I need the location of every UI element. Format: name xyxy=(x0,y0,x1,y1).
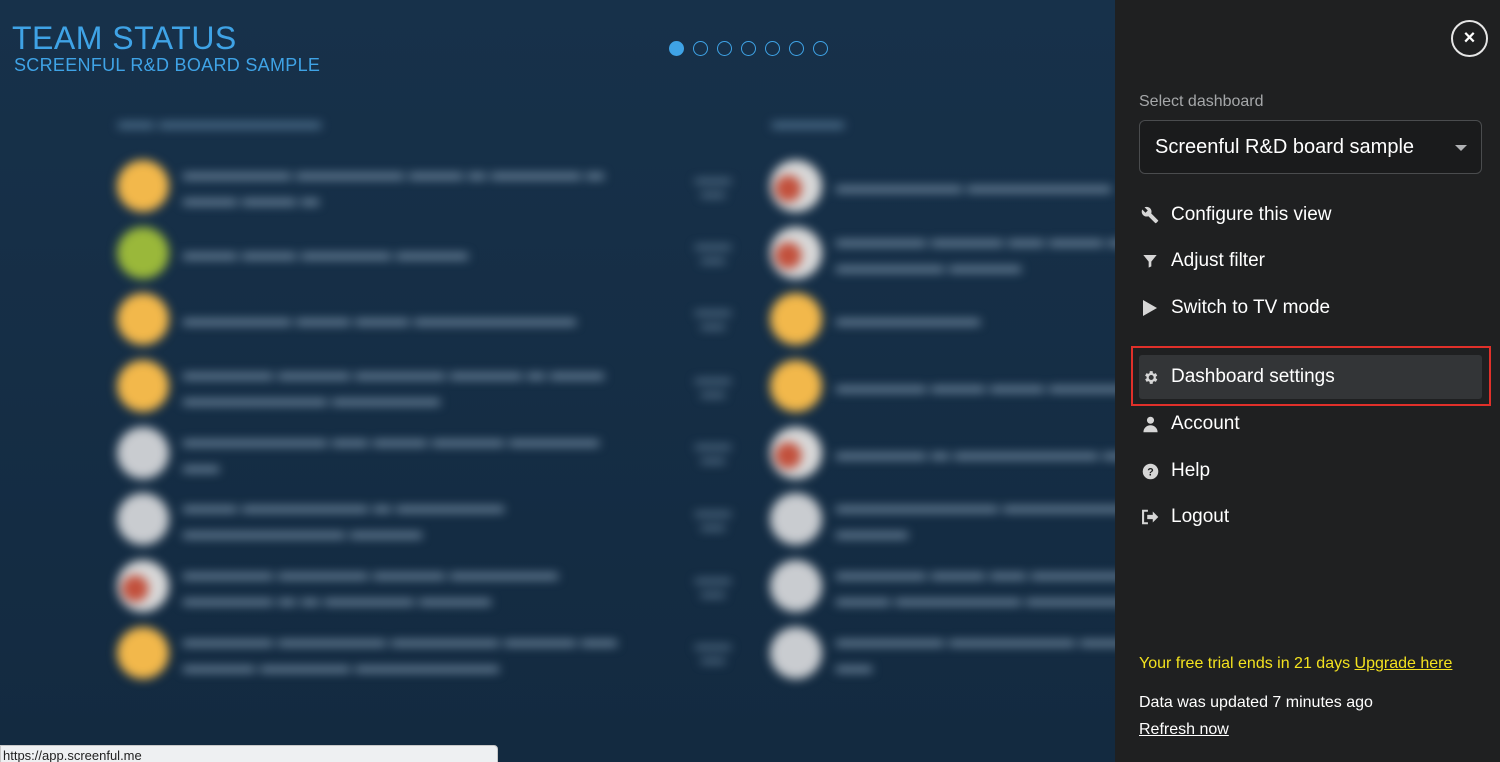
avatar xyxy=(117,493,169,545)
page-subtitle: SCREENFUL R&D BOARD SAMPLE xyxy=(14,55,321,75)
menu-item-adjust-filter[interactable]: Adjust filter xyxy=(1139,239,1482,283)
menu-item-help[interactable]: ? Help xyxy=(1139,449,1482,493)
carousel-dot[interactable] xyxy=(741,41,756,56)
dashboard-select[interactable]: Screenful R&D board sample xyxy=(1139,120,1482,174)
list-item: ▬▬▬▬▬▬▬ ▬▬▬▬▬▬▬▬ xyxy=(770,160,1115,212)
dashboard-select-value: Screenful R&D board sample xyxy=(1155,135,1415,158)
list-item: ▬▬▬▬▬ ▬▬▬ ▬▬▬ ▬▬▬▬▬▬ xyxy=(770,360,1115,412)
upgrade-link[interactable]: Upgrade here xyxy=(1355,655,1453,672)
carousel-dot[interactable] xyxy=(669,41,684,56)
trial-notice: Your free trial ends in 21 days Upgrade … xyxy=(1139,655,1452,673)
gear-icon xyxy=(1139,369,1161,386)
avatar xyxy=(770,227,822,279)
user-icon xyxy=(1139,416,1161,433)
carousel-dot[interactable] xyxy=(789,41,804,56)
menu-item-label: Adjust filter xyxy=(1171,250,1265,271)
list-item: ▬▬▬▬▬▬▬▬ xyxy=(770,293,1115,345)
carousel-dot[interactable] xyxy=(693,41,708,56)
help-icon: ? xyxy=(1139,463,1161,480)
avatar xyxy=(117,560,169,612)
list-item: ▬▬▬▬▬ ▬▬▬▬▬▬ ▬▬▬▬▬▬ ▬▬▬▬ ▬▬ ▬▬▬▬ ▬▬▬▬▬ ▬… xyxy=(117,627,623,679)
carousel-dot[interactable] xyxy=(765,41,780,56)
list-item: ▬▬▬▬▬▬ ▬▬▬▬▬▬▬ ▬▬▬▬▬▬ ▬▬▬ ▬▬ xyxy=(770,627,1115,679)
avatar xyxy=(770,427,822,479)
menu-item-label: Switch to TV mode xyxy=(1171,297,1331,318)
list-item: ▬▬▬▬▬▬ ▬▬▬ ▬▬▬ ▬▬▬▬▬▬▬▬▬ xyxy=(117,293,623,345)
avatar xyxy=(770,560,822,612)
avatar xyxy=(117,227,169,279)
menu-item-account[interactable]: Account xyxy=(1139,402,1482,446)
page-title: TEAM STATUS xyxy=(12,20,237,56)
wrench-icon xyxy=(1139,206,1161,224)
list-item: ▬▬▬▬▬ ▬▬▬▬ ▬▬▬▬▬ ▬▬▬▬ ▬ ▬▬▬ ▬▬▬▬▬▬▬▬ ▬▬▬… xyxy=(117,360,623,412)
close-button[interactable]: × xyxy=(1451,20,1488,57)
column-header: ▬▬ ▬▬▬▬▬▬▬▬▬ xyxy=(118,112,322,132)
menu-item-configure-view[interactable]: Configure this view xyxy=(1139,193,1482,237)
caret-down-icon xyxy=(1455,145,1467,151)
avatar xyxy=(770,293,822,345)
svg-text:?: ? xyxy=(1147,466,1153,478)
column-header: ▬▬▬▬ xyxy=(772,112,844,132)
list-item: ▬▬▬▬▬▬▬▬ ▬▬ ▬▬▬ ▬▬▬▬ ▬▬▬▬▬ ▬▬ xyxy=(117,427,623,479)
avatar xyxy=(770,160,822,212)
avatar xyxy=(770,360,822,412)
avatar xyxy=(770,627,822,679)
menu-item-label: Account xyxy=(1171,413,1240,434)
list-item: ▬▬▬▬▬▬ ▬▬▬▬▬▬ ▬▬▬ ▬ ▬▬▬▬▬ ▬ ▬▬▬ ▬▬▬ ▬ xyxy=(117,160,623,212)
list-item: ▬▬▬ ▬▬▬▬▬▬▬ ▬ ▬▬▬▬▬▬ ▬▬▬▬▬▬▬▬▬ ▬▬▬▬ xyxy=(117,493,623,545)
select-dashboard-label: Select dashboard xyxy=(1139,93,1264,110)
carousel-dot[interactable] xyxy=(813,41,828,56)
carousel-dots xyxy=(669,41,828,56)
list-item: ▬▬▬ ▬▬▬ ▬▬▬▬▬ ▬▬▬▬ xyxy=(117,227,623,279)
dashboard-background: TEAM STATUS SCREENFUL R&D BOARD SAMPLE ▬… xyxy=(0,0,1115,762)
close-icon: × xyxy=(1463,27,1476,49)
list-item: ▬▬▬▬▬ ▬▬▬ ▬▬ ▬▬▬▬▬▬▬▬▬▬ ▬▬▬ ▬▬▬ ▬▬▬▬▬▬▬ … xyxy=(770,560,1115,612)
menu-item-label: Help xyxy=(1171,460,1211,481)
logout-icon xyxy=(1139,509,1161,525)
avatar xyxy=(117,627,169,679)
list-item: ▬▬▬▬▬ ▬ ▬▬▬▬▬▬▬▬ ▬▬▬▬▬▬▬ xyxy=(770,427,1115,479)
menu-item-label: Configure this view xyxy=(1171,204,1332,225)
avatar xyxy=(117,360,169,412)
avatar xyxy=(770,493,822,545)
menu-item-tv-mode[interactable]: Switch to TV mode xyxy=(1139,286,1482,330)
side-menu-panel: × Select dashboard Screenful R&D board s… xyxy=(1115,0,1500,762)
list-item: ▬▬▬▬▬▬▬▬▬ ▬▬▬▬▬▬▬▬ ▬▬▬▬ ▬ ▬▬▬▬ xyxy=(770,493,1115,545)
avatar xyxy=(117,293,169,345)
menu-item-label: Dashboard settings xyxy=(1171,366,1335,387)
url-status-bar: https://app.screenful.me xyxy=(0,745,498,762)
list-item: ▬▬▬▬▬ ▬▬▬▬ ▬▬ ▬▬▬ ▬▬▬▬ ▬▬ ▬▬▬▬▬▬ ▬▬▬▬ xyxy=(770,227,1115,279)
avatar xyxy=(117,427,169,479)
play-icon xyxy=(1139,300,1161,316)
filter-icon xyxy=(1139,253,1161,269)
trial-text: Your free trial ends in 21 days xyxy=(1139,655,1351,672)
menu-item-label: Logout xyxy=(1171,506,1230,527)
avatar xyxy=(117,160,169,212)
data-updated-text: Data was updated 7 minutes ago xyxy=(1139,694,1373,711)
menu-item-logout[interactable]: Logout xyxy=(1139,495,1482,539)
menu-item-dashboard-settings[interactable]: Dashboard settings xyxy=(1139,355,1482,399)
refresh-link[interactable]: Refresh now xyxy=(1139,721,1229,739)
list-item: ▬▬▬▬▬ ▬▬▬▬▬ ▬▬▬▬ ▬▬▬▬▬▬ ▬▬▬▬▬ ▬ ▬ ▬▬▬▬▬ … xyxy=(117,560,623,612)
carousel-dot[interactable] xyxy=(717,41,732,56)
